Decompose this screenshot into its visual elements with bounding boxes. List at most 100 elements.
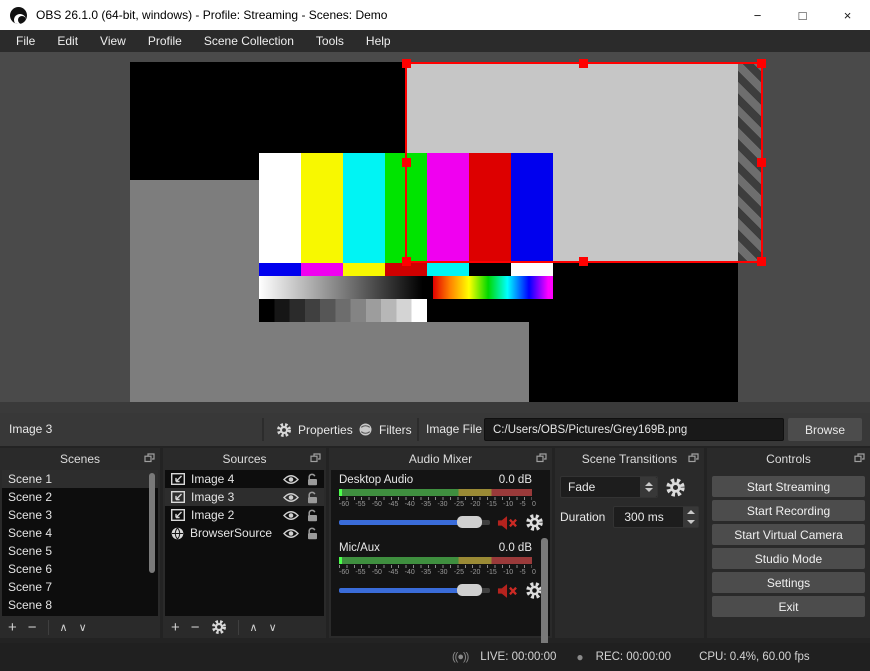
transition-properties-gear-icon[interactable] <box>665 477 686 498</box>
browse-button[interactable]: Browse <box>788 418 862 441</box>
scene-list-item[interactable]: Scene 1 <box>2 470 158 488</box>
selection-box[interactable] <box>405 62 763 263</box>
volume-slider[interactable] <box>339 588 490 593</box>
source-list-item[interactable]: Image 4 <box>165 470 324 488</box>
exit-button[interactable]: Exit <box>712 596 865 617</box>
add-scene-button[interactable]: + <box>8 620 17 635</box>
toolbar-separator <box>417 418 419 441</box>
volume-slider-thumb[interactable] <box>457 516 482 528</box>
scene-transitions-header: Scene Transitions <box>555 448 704 470</box>
selection-handle-top-center[interactable] <box>579 59 588 68</box>
remove-scene-button[interactable]: − <box>28 620 37 635</box>
window-title: OBS 26.1.0 (64-bit, windows) - Profile: … <box>36 8 387 22</box>
source-list-item[interactable]: Image 2 <box>165 506 324 524</box>
float-dock-icon[interactable] <box>688 453 699 463</box>
selection-handle-top-right[interactable] <box>757 59 766 68</box>
start-streaming-button[interactable]: Start Streaming <box>712 476 865 497</box>
mixer-scrollbar[interactable] <box>541 538 548 650</box>
close-button[interactable]: × <box>825 0 870 30</box>
lock-icon[interactable] <box>307 527 318 540</box>
mixer-channel-mic-aux: Mic/Aux 0.0 dB -60-55-50 -45-40-35 -30-2… <box>339 542 542 600</box>
float-dock-icon[interactable] <box>144 453 155 463</box>
start-virtual-camera-button[interactable]: Start Virtual Camera <box>712 524 865 545</box>
move-source-down-button[interactable]: ∨ <box>269 621 277 634</box>
black-source-bottom-right[interactable] <box>529 263 738 402</box>
visibility-eye-icon[interactable] <box>283 528 299 539</box>
sources-list: Image 4 Image 3 Image 2 <box>165 470 324 616</box>
lock-icon[interactable] <box>307 491 318 504</box>
mute-speaker-icon[interactable] <box>497 583 518 599</box>
menu-file[interactable]: File <box>5 31 46 51</box>
float-dock-icon[interactable] <box>536 453 547 463</box>
menu-edit[interactable]: Edit <box>46 31 89 51</box>
scene-list-item[interactable]: Scene 8 <box>2 596 158 614</box>
channel-level: 0.0 dB <box>499 542 532 554</box>
scenes-scrollbar[interactable] <box>149 473 155 573</box>
volume-slider-thumb[interactable] <box>457 584 482 596</box>
scene-list-item[interactable]: Scene 2 <box>2 488 158 506</box>
properties-button[interactable]: Properties <box>270 413 359 446</box>
volume-meter <box>339 489 532 496</box>
source-list-item[interactable]: BrowserSource <box>165 524 324 542</box>
image-icon <box>171 491 185 503</box>
obs-window: OBS 26.1.0 (64-bit, windows) - Profile: … <box>0 0 870 671</box>
scene-list-item[interactable]: Scene 3 <box>2 506 158 524</box>
start-recording-button[interactable]: Start Recording <box>712 500 865 521</box>
image-icon <box>171 509 185 521</box>
minimize-button[interactable]: − <box>735 0 780 30</box>
duration-value: 300 ms <box>614 510 683 524</box>
meter-tick-labels: -60-55-50 -45-40-35 -30-25-20 -15-10-5 0 <box>339 569 536 576</box>
add-source-button[interactable]: + <box>171 620 180 635</box>
float-dock-icon[interactable] <box>310 453 321 463</box>
scene-list-item[interactable]: Scene 4 <box>2 524 158 542</box>
selection-handle-top-left[interactable] <box>402 59 411 68</box>
float-dock-icon[interactable] <box>854 453 865 463</box>
menu-scene-collection[interactable]: Scene Collection <box>193 31 305 51</box>
scene-list-item[interactable]: Scene 6 <box>2 560 158 578</box>
menu-profile[interactable]: Profile <box>137 31 193 51</box>
selection-handle-mid-left[interactable] <box>402 158 411 167</box>
rec-dot-icon: ● <box>576 650 583 664</box>
selection-handle-bottom-left[interactable] <box>402 257 411 266</box>
settings-button[interactable]: Settings <box>712 572 865 593</box>
broadcast-signal-icon: ((●)) <box>452 651 468 663</box>
image-icon <box>171 473 185 485</box>
duration-down-button[interactable] <box>683 517 698 527</box>
toolbar-divider <box>238 620 239 635</box>
transition-select[interactable]: Fade <box>560 476 658 498</box>
selection-handle-mid-right[interactable] <box>757 158 766 167</box>
meter-tick-labels: -60-55-50 -45-40-35 -30-25-20 -15-10-5 0 <box>339 501 536 508</box>
dock-area: Scenes Scene 1 Scene 2 Scene 3 Scene 4 S… <box>0 446 870 643</box>
menu-tools[interactable]: Tools <box>305 31 355 51</box>
combo-arrows[interactable] <box>640 477 657 497</box>
remove-source-button[interactable]: − <box>191 620 200 635</box>
lock-icon[interactable] <box>307 473 318 486</box>
scene-list-item[interactable]: Scene 5 <box>2 542 158 560</box>
scene-list-item[interactable]: Scene 7 <box>2 578 158 596</box>
duration-up-button[interactable] <box>683 507 698 517</box>
menu-view[interactable]: View <box>89 31 137 51</box>
volume-slider[interactable] <box>339 520 490 525</box>
image-file-input[interactable] <box>484 418 784 441</box>
duration-spinbox[interactable]: 300 ms <box>613 506 699 528</box>
menu-help[interactable]: Help <box>355 31 402 51</box>
filters-button[interactable]: Filters <box>352 413 418 446</box>
meter-tickmarks <box>339 565 532 568</box>
channel-level: 0.0 dB <box>499 474 532 486</box>
visibility-eye-icon[interactable] <box>283 510 299 521</box>
move-scene-up-button[interactable]: ∧ <box>60 621 68 634</box>
lock-icon[interactable] <box>307 509 318 522</box>
move-scene-down-button[interactable]: ∨ <box>79 621 87 634</box>
move-source-up-button[interactable]: ∧ <box>250 621 258 634</box>
scenes-list: Scene 1 Scene 2 Scene 3 Scene 4 Scene 5 … <box>2 470 158 616</box>
maximize-button[interactable]: □ <box>780 0 825 30</box>
visibility-eye-icon[interactable] <box>283 492 299 503</box>
source-properties-gear-icon[interactable] <box>211 619 227 635</box>
channel-settings-gear-icon[interactable] <box>525 513 544 532</box>
source-list-item[interactable]: Image 3 <box>165 488 324 506</box>
visibility-eye-icon[interactable] <box>283 474 299 485</box>
studio-mode-button[interactable]: Studio Mode <box>712 548 865 569</box>
selection-handle-bottom-right[interactable] <box>757 257 766 266</box>
selection-handle-bottom-center[interactable] <box>579 257 588 266</box>
mute-speaker-icon[interactable] <box>497 515 518 531</box>
